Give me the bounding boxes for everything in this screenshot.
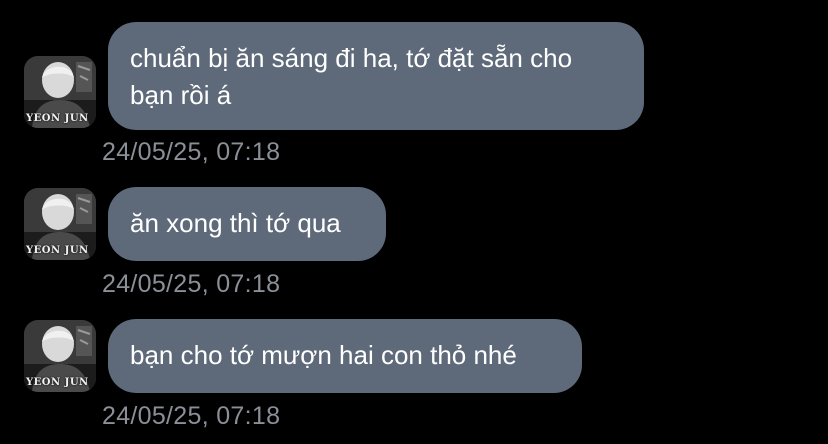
avatar-caption: YEON JUN	[26, 113, 89, 124]
avatar-caption: YEON JUN	[26, 377, 89, 388]
message-timestamp: 24/05/25, 07:18	[102, 138, 281, 166]
message-bubble[interactable]: bạn cho tớ mượn hai con thỏ nhé	[108, 319, 582, 393]
message-text: ăn xong thì tớ qua	[130, 208, 341, 238]
message-timestamp: 24/05/25, 07:18	[102, 270, 281, 298]
avatar[interactable]: YEON JUN	[24, 56, 96, 128]
message-text: chuẩn bị ăn sáng đi ha, tớ đặt sẵn cho b…	[130, 43, 573, 110]
message-bubble[interactable]: ăn xong thì tớ qua	[108, 187, 386, 261]
message-text: bạn cho tớ mượn hai con thỏ nhé	[130, 340, 517, 370]
avatar[interactable]: YEON JUN	[24, 188, 96, 260]
message-timestamp: 24/05/25, 07:18	[102, 402, 281, 430]
avatar[interactable]: YEON JUN	[24, 320, 96, 392]
message-bubble[interactable]: chuẩn bị ăn sáng đi ha, tớ đặt sẵn cho b…	[108, 22, 644, 130]
avatar-caption: YEON JUN	[26, 245, 89, 256]
